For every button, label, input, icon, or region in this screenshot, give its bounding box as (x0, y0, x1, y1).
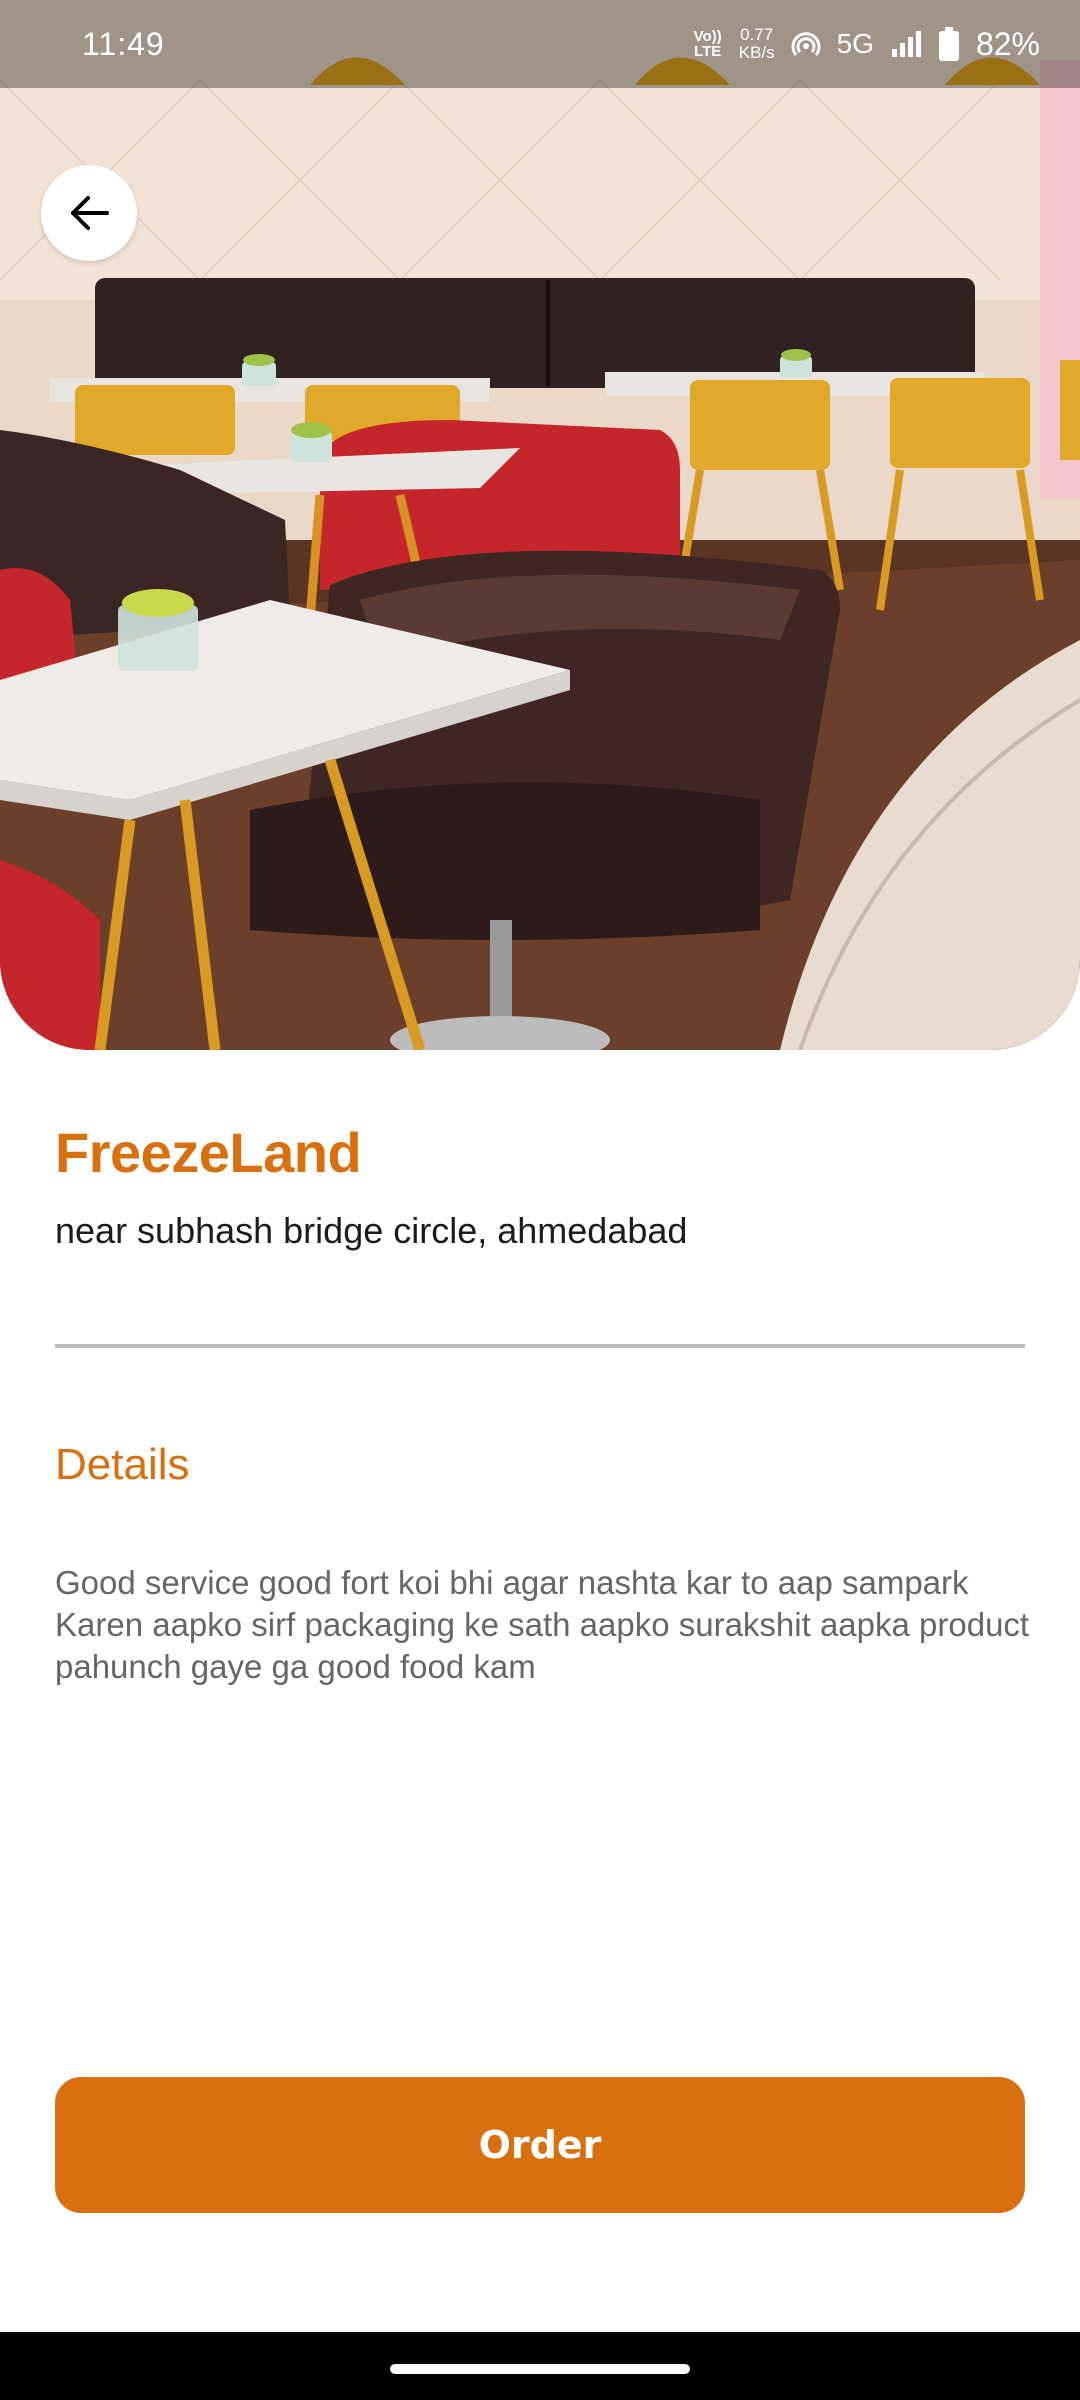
details-heading: Details (55, 1440, 190, 1489)
hotspot-icon (791, 29, 821, 59)
hero-image (0, 0, 1080, 1050)
store-address: near subhash bridge circle, ahmedabad (55, 1210, 688, 1251)
back-button[interactable] (41, 165, 137, 261)
volte-label: Vo)) (693, 28, 722, 45)
status-bar: 11:49 Vo)) LTE 0.77 KB/s 5G 82% (0, 0, 1080, 88)
network-speed: 0.77 KB/s (739, 26, 775, 62)
speed-value: 0.77 (740, 25, 774, 44)
battery-percentage: 82% (975, 25, 1040, 62)
lte-label: LTE (694, 43, 722, 60)
network-type: 5G (836, 28, 874, 59)
restaurant-photo (0, 0, 1080, 1050)
divider (55, 1344, 1025, 1348)
status-time: 11:49 (82, 25, 165, 62)
speed-unit: KB/s (738, 43, 775, 62)
status-icons: Vo)) LTE 0.77 KB/s 5G 82% (693, 26, 1040, 63)
store-name: FreezeLand (55, 1121, 362, 1184)
store-detail-screen: 11:49 Vo)) LTE 0.77 KB/s 5G 82% FreezeLa… (0, 0, 1080, 2400)
volte-indicator: Vo)) LTE (693, 29, 723, 59)
arrow-left-icon (71, 196, 109, 230)
order-button[interactable]: Order (55, 2077, 1025, 2213)
home-gesture-handle[interactable] (390, 2364, 690, 2374)
signal-icon (890, 29, 922, 59)
details-description: Good service good fort koi bhi agar nash… (55, 1564, 1030, 1685)
battery-icon (938, 27, 960, 61)
navigation-bar (0, 2332, 1080, 2400)
